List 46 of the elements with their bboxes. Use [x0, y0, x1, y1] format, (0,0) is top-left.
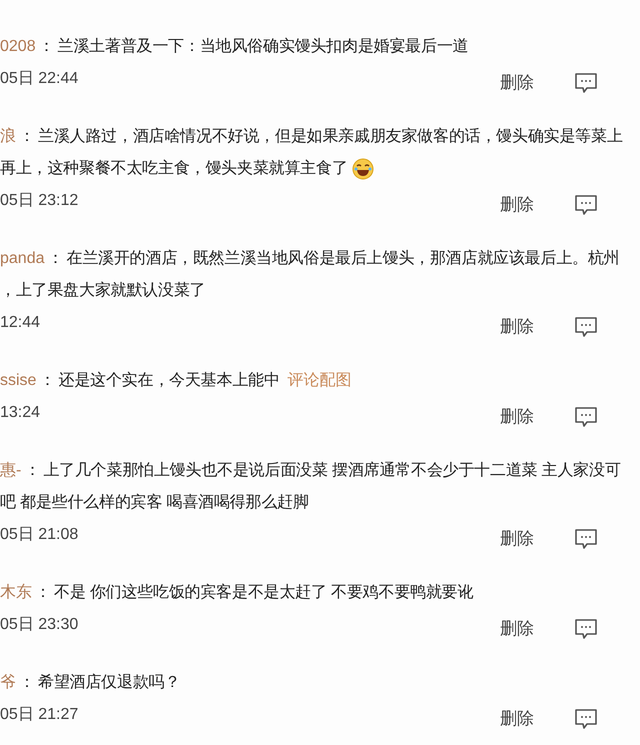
timestamp: 05日 21:27 [0, 705, 78, 725]
comment-text: 还是这个实在，今天基本上能中 [58, 370, 280, 391]
timestamp: 05日 23:30 [0, 615, 78, 635]
comment-text: 不是 你们这些吃饭的宾客是不是太赶了 不要鸡不要鸭就要讹 [54, 582, 474, 603]
comment-icon[interactable] [574, 528, 598, 550]
timestamp: 13:24 [0, 403, 40, 423]
username[interactable]: ssise [0, 365, 36, 397]
colon-separator: ： [19, 673, 35, 693]
username[interactable]: 浪 [0, 121, 16, 153]
comment-text: 再上，这种聚餐不太吃主食，馒头夹菜就算主食了 [0, 158, 348, 179]
delete-button[interactable]: 删除 [500, 707, 534, 731]
delete-button[interactable]: 删除 [500, 405, 534, 429]
delete-button[interactable]: 删除 [500, 527, 534, 551]
comment-text: 在兰溪开的酒店，既然兰溪当地风俗是最后上馒头，那酒店就应该最后上。杭州 [66, 248, 620, 269]
timestamp: 12:44 [0, 313, 40, 333]
comment-icon[interactable] [574, 618, 598, 640]
delete-button[interactable]: 删除 [500, 315, 534, 339]
comment-icon[interactable] [574, 194, 598, 216]
delete-button[interactable]: 删除 [500, 617, 534, 641]
comment-text: 兰溪人路过，酒店啥情况不好说，但是如果亲戚朋友家做客的话，馒头确实是等菜上 [38, 126, 623, 147]
comment-icon[interactable] [574, 406, 598, 428]
username[interactable]: panda [0, 243, 44, 275]
comment-text: 希望酒店仅退款吗？ [38, 672, 180, 693]
comment-text: 上了几个菜那怕上馒头也不是说后面没菜 摆酒席通常不会少于十二道菜 主人家没可 [43, 460, 621, 481]
timestamp: 05日 22:44 [0, 69, 78, 89]
colon-separator: ： [24, 461, 40, 481]
colon-separator: ： [19, 127, 35, 147]
timestamp: 05日 23:12 [0, 191, 78, 211]
username[interactable]: 爷 [0, 667, 16, 699]
username[interactable]: 惠- [0, 455, 22, 487]
delete-button[interactable]: 删除 [500, 71, 534, 95]
comment-image-link[interactable]: 评论配图 [288, 365, 352, 397]
username[interactable]: 0208 [0, 31, 36, 63]
colon-separator: ： [38, 37, 55, 57]
colon-separator: ： [35, 583, 51, 603]
username[interactable]: 木东 [0, 577, 32, 609]
colon-separator: ： [48, 249, 64, 269]
comment-icon[interactable] [574, 708, 598, 730]
timestamp: 05日 21:08 [0, 525, 78, 545]
comment-icon[interactable] [574, 316, 598, 338]
comment-icon[interactable] [574, 72, 598, 94]
comment-text: 吧 都是些什么样的宾客 喝喜酒喝得那么赶脚 [0, 492, 309, 513]
comment-text: 兰溪土著普及一下：当地风俗确实馒头扣肉是婚宴最后一道 [58, 36, 468, 57]
delete-button[interactable]: 删除 [500, 193, 534, 217]
colon-separator: ： [39, 371, 56, 391]
comment-text: ，上了果盘大家就默认没菜了 [0, 280, 206, 301]
